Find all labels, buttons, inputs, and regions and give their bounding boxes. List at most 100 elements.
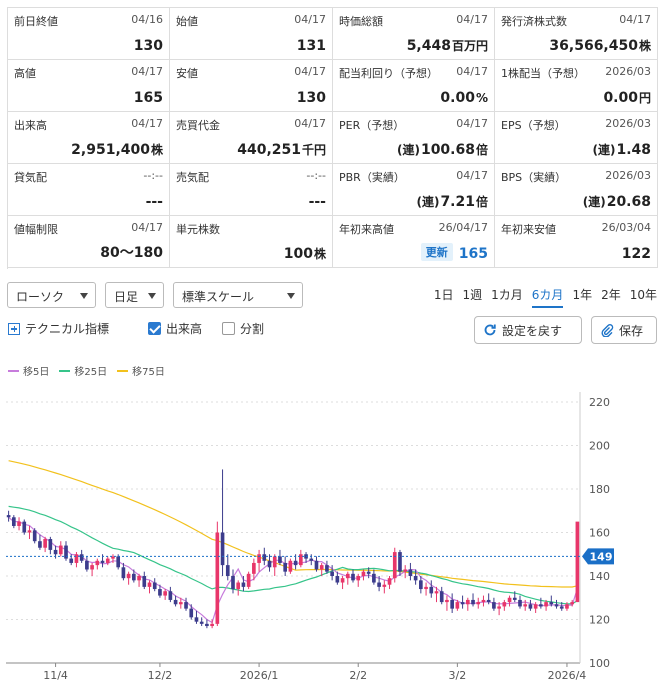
candle-body (450, 599, 454, 609)
stat-label: 1株配当（予想） (501, 67, 585, 80)
stat-label: BPS（実績） (501, 171, 567, 184)
stat-date: 04/17 (619, 13, 651, 26)
candle-body (210, 623, 214, 627)
candle-body (184, 602, 188, 609)
stat-cell: 時価総額 04/17 5,448百万円 (333, 8, 495, 60)
technical-indicator-toggle[interactable]: テクニカル指標 (8, 320, 109, 337)
candle-body (465, 599, 470, 605)
stat-unit: 百万円 (451, 39, 488, 53)
stat-number: --- (145, 194, 163, 210)
candle-body (366, 571, 371, 574)
split-checkbox[interactable]: 分割 (222, 320, 264, 337)
stat-value: 5,448百万円 (407, 37, 488, 54)
stat-number: 130 (296, 90, 326, 106)
stat-cell: 出来高 04/17 2,951,400株 (8, 112, 170, 164)
stat-label: 始値 (176, 15, 198, 28)
stat-date: 04/17 (294, 13, 326, 26)
period-tab[interactable]: 10年 (630, 286, 657, 308)
candle-body (236, 582, 241, 590)
stat-label: EPS（予想） (501, 119, 566, 132)
stat-value: 131 (297, 38, 326, 54)
candle-body (241, 582, 246, 587)
stat-value: 165 (134, 90, 163, 106)
period-tab[interactable]: 1カ月 (491, 286, 523, 308)
candle-body (293, 560, 298, 566)
candle-body (492, 602, 496, 609)
stat-unit: 株 (638, 39, 651, 53)
candle-body (58, 545, 63, 555)
chart-type-select[interactable]: ローソク (7, 282, 96, 308)
candle-body (570, 602, 574, 605)
candle-body (377, 582, 381, 587)
stat-number: 0.00 (603, 90, 638, 106)
candle-body (434, 591, 439, 594)
stat-cell: 配当利回り（予想） 04/17 0.00% (333, 60, 495, 112)
stat-label: 年初来高値 (339, 223, 394, 236)
candle-body (272, 556, 277, 568)
candle-body (189, 608, 194, 618)
legend-label: 移25日 (74, 367, 108, 378)
stat-value: 100株 (284, 245, 326, 262)
candle-body (481, 599, 486, 603)
candle-body (121, 567, 126, 579)
candle-body (507, 597, 512, 603)
candle-body (53, 549, 58, 555)
candle-body (439, 591, 444, 603)
period-tab[interactable]: 1年 (572, 286, 592, 308)
period-tab[interactable]: 1日 (434, 286, 454, 308)
stat-value: 0.00円 (603, 89, 651, 106)
period-tab[interactable]: 2年 (601, 286, 621, 308)
plus-icon (8, 322, 20, 335)
stat-unit: 倍 (475, 195, 488, 209)
candle-body (445, 599, 449, 603)
scale-select[interactable]: 標準スケール (173, 282, 303, 308)
candle-body (137, 576, 141, 581)
updated-badge: 更新 (420, 243, 453, 261)
stat-number: --- (308, 194, 326, 210)
stat-cell: PBR（実績） 04/17 (連)7.21倍 (333, 164, 495, 216)
candle-body (372, 573, 376, 583)
candle-body (539, 604, 543, 607)
period-tab[interactable]: 1週 (463, 286, 483, 308)
candle-body (486, 599, 491, 603)
save-button[interactable]: 保存 (591, 316, 657, 344)
candle-body (48, 539, 53, 550)
candlestick-chart[interactable]: 100 120 140 160 180 200 220 11/4 12/2 2026/1 2/2 3/… (0, 380, 666, 689)
candle-body (340, 578, 345, 583)
volume-checkbox[interactable]: 出来高 (148, 320, 202, 337)
stat-number: 36,566,450 (549, 38, 638, 54)
stat-value: 36,566,450株 (549, 37, 651, 54)
candle-body (544, 602, 548, 607)
stat-value: (連)1.48 (592, 141, 651, 158)
stat-number: 130 (133, 38, 163, 54)
candle-body (429, 586, 434, 594)
candle-body (27, 530, 32, 533)
candle-body (267, 560, 272, 568)
stat-number: 2,951,400 (71, 142, 150, 158)
stat-cell: BPS（実績） 2026/03 (連)20.68 (495, 164, 658, 216)
chart-type-value: ローソク (16, 290, 65, 304)
stat-date: --:-- (143, 169, 163, 182)
candle-body (168, 591, 173, 600)
stat-cell: EPS（予想） 2026/03 (連)1.48 (495, 112, 658, 164)
stat-value: --- (309, 194, 326, 210)
interval-select[interactable]: 日足 (105, 282, 164, 308)
stat-date: 2026/03 (605, 65, 651, 78)
y-tick-label: 100 (589, 657, 610, 670)
stat-value: --- (146, 194, 163, 210)
candle-body (43, 539, 47, 548)
refresh-icon (484, 324, 496, 336)
candle-body (512, 597, 517, 600)
stat-unit: 株 (313, 247, 326, 261)
stat-value: (連)100.68倍 (397, 141, 488, 158)
stat-number: 20.68 (606, 194, 651, 210)
period-tab[interactable]: 6カ月 (531, 286, 564, 308)
stat-date: 2026/03 (605, 169, 651, 182)
candle-body (132, 573, 136, 581)
candle-body (158, 589, 162, 596)
candle-body (559, 606, 564, 609)
candle-body (147, 582, 152, 587)
reset-settings-button[interactable]: 設定を戻す (474, 316, 582, 344)
candle-body (69, 558, 74, 563)
stat-unit: 千円 (301, 143, 326, 157)
